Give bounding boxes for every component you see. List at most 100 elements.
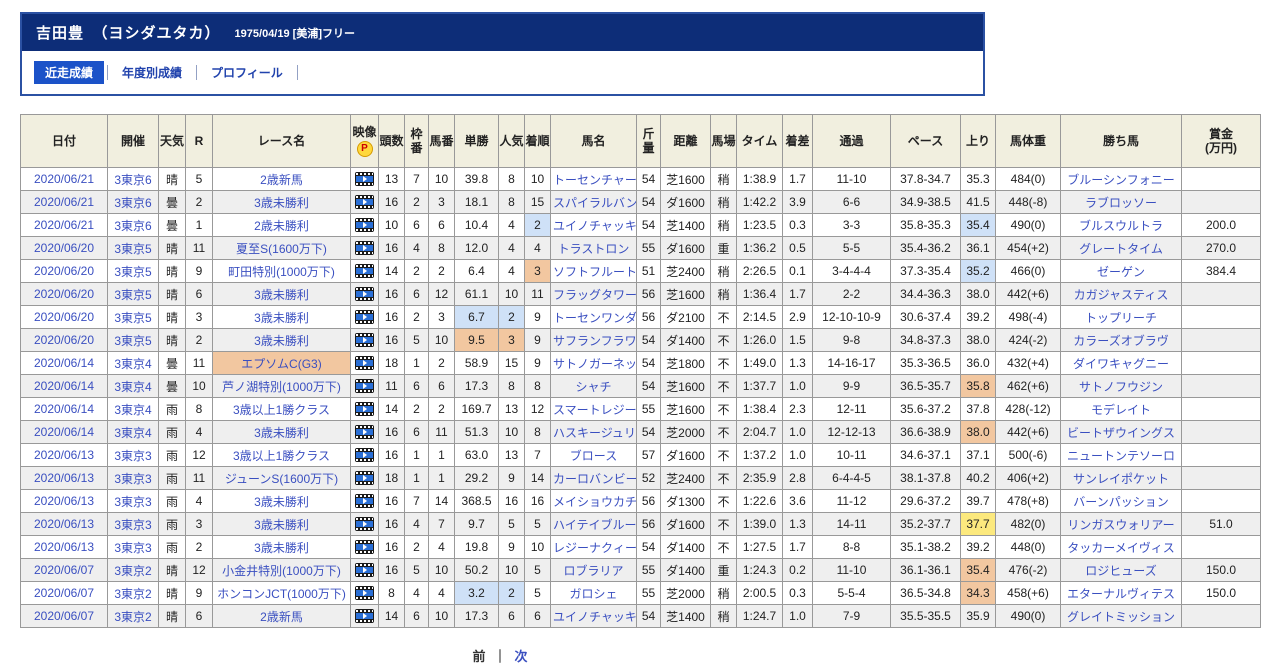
race_name-link[interactable]: 3歳未勝利 xyxy=(254,311,309,325)
venue-link[interactable]: 3東京4 xyxy=(114,357,151,371)
date-link[interactable]: 2020/06/21 xyxy=(34,218,94,232)
video-icon[interactable] xyxy=(355,310,374,325)
venue-link[interactable]: 3東京3 xyxy=(114,472,151,486)
race_name-link[interactable]: 3歳未勝利 xyxy=(254,426,309,440)
video-icon[interactable] xyxy=(355,287,374,302)
horse-link[interactable]: トラストロン xyxy=(558,242,630,256)
horse-link[interactable]: メイショウカチゴマ xyxy=(553,495,636,509)
race_name-link[interactable]: 3歳未勝利 xyxy=(254,288,309,302)
video-icon[interactable] xyxy=(355,402,374,417)
venue-link[interactable]: 3東京3 xyxy=(114,449,151,463)
race_name-link[interactable]: 芦ノ湖特別(1000万下) xyxy=(222,380,341,394)
date-link[interactable]: 2020/06/20 xyxy=(34,310,94,324)
race_name-link[interactable]: 3歳未勝利 xyxy=(254,541,309,555)
winner-link[interactable]: タッカーメイヴィス xyxy=(1067,541,1175,555)
venue-link[interactable]: 3東京5 xyxy=(114,242,151,256)
date-link[interactable]: 2020/06/13 xyxy=(34,540,94,554)
horse-link[interactable]: ガロシェ xyxy=(569,587,617,601)
winner-link[interactable]: カラーズオブラヴ xyxy=(1073,334,1168,348)
horse-link[interactable]: フラッグタワー xyxy=(553,288,636,302)
date-link[interactable]: 2020/06/14 xyxy=(34,425,94,439)
date-link[interactable]: 2020/06/21 xyxy=(34,172,94,186)
horse-link[interactable]: ブロース xyxy=(570,449,617,463)
video-icon[interactable] xyxy=(355,471,374,486)
date-link[interactable]: 2020/06/13 xyxy=(34,471,94,485)
race_name-link[interactable]: ジューンS(1600万下) xyxy=(225,472,338,486)
video-icon[interactable] xyxy=(355,425,374,440)
race_name-link[interactable]: 小金井特別(1000万下) xyxy=(222,564,341,578)
winner-link[interactable]: カガジャスティス xyxy=(1074,288,1169,302)
winner-link[interactable]: グレイトミッション xyxy=(1067,610,1175,624)
venue-link[interactable]: 3東京2 xyxy=(114,610,151,624)
horse-link[interactable]: ハイテイブルース xyxy=(553,518,636,532)
winner-link[interactable]: サンレイポケット xyxy=(1073,472,1169,486)
winner-link[interactable]: ラブロッソー xyxy=(1085,196,1157,210)
date-link[interactable]: 2020/06/20 xyxy=(34,333,94,347)
race_name-link[interactable]: ホンコンJCT(1000万下) xyxy=(217,587,346,601)
video-icon[interactable] xyxy=(355,586,374,601)
horse-link[interactable]: トーセンチャールズ xyxy=(553,173,636,187)
venue-link[interactable]: 3東京5 xyxy=(114,265,151,279)
date-link[interactable]: 2020/06/20 xyxy=(34,264,94,278)
venue-link[interactable]: 3東京5 xyxy=(114,288,151,302)
video-icon[interactable] xyxy=(355,563,374,578)
video-icon[interactable] xyxy=(355,517,374,532)
horse-link[interactable]: ロブラリア xyxy=(563,564,623,578)
race_name-link[interactable]: 3歳以上1勝クラス xyxy=(233,403,330,417)
date-link[interactable]: 2020/06/20 xyxy=(34,287,94,301)
video-icon[interactable] xyxy=(355,195,374,210)
winner-link[interactable]: ロジヒューズ xyxy=(1085,564,1156,578)
venue-link[interactable]: 3東京4 xyxy=(114,403,151,417)
date-link[interactable]: 2020/06/07 xyxy=(34,563,94,577)
winner-link[interactable]: ニュートンテソーロ xyxy=(1067,449,1175,463)
winner-link[interactable]: トップリーチ xyxy=(1085,311,1157,325)
race_name-link[interactable]: 3歳未勝利 xyxy=(254,495,309,509)
horse-link[interactable]: トーセンワンダー xyxy=(553,311,636,325)
race_name-link[interactable]: エプソムC(G3) xyxy=(241,357,321,371)
horse-link[interactable]: ユイノチャッキー xyxy=(553,610,636,624)
tab-recent-results[interactable]: 近走成績 xyxy=(34,61,105,84)
venue-link[interactable]: 3東京3 xyxy=(114,518,151,532)
video-icon[interactable] xyxy=(355,241,374,256)
date-link[interactable]: 2020/06/20 xyxy=(34,241,94,255)
video-icon[interactable] xyxy=(355,494,374,509)
video-icon[interactable] xyxy=(355,540,374,555)
pagination-next[interactable]: 次 xyxy=(515,649,528,664)
date-link[interactable]: 2020/06/14 xyxy=(34,356,94,370)
venue-link[interactable]: 3東京4 xyxy=(114,380,151,394)
video-icon[interactable] xyxy=(355,448,374,463)
race_name-link[interactable]: 2歳新馬 xyxy=(260,173,303,187)
winner-link[interactable]: ビートザウイングス xyxy=(1067,426,1175,440)
winner-link[interactable]: ゼーゲン xyxy=(1097,265,1145,279)
winner-link[interactable]: モデレイト xyxy=(1091,403,1151,417)
horse-link[interactable]: サフランフラワー xyxy=(553,334,636,348)
venue-link[interactable]: 3東京2 xyxy=(114,564,151,578)
date-link[interactable]: 2020/06/13 xyxy=(34,517,94,531)
date-link[interactable]: 2020/06/13 xyxy=(34,494,94,508)
race_name-link[interactable]: 3歳未勝利 xyxy=(254,196,309,210)
horse-link[interactable]: カーロバンビーナ xyxy=(553,472,636,486)
venue-link[interactable]: 3東京2 xyxy=(114,587,151,601)
venue-link[interactable]: 3東京6 xyxy=(114,219,151,233)
video-icon[interactable] xyxy=(355,172,374,187)
horse-link[interactable]: スパイラルバンブー xyxy=(553,196,636,210)
video-icon[interactable] xyxy=(355,379,374,394)
venue-link[interactable]: 3東京6 xyxy=(114,173,151,187)
date-link[interactable]: 2020/06/07 xyxy=(34,609,94,623)
video-icon[interactable] xyxy=(355,264,374,279)
venue-link[interactable]: 3東京3 xyxy=(114,541,151,555)
video-icon[interactable] xyxy=(355,218,374,233)
date-link[interactable]: 2020/06/14 xyxy=(34,402,94,416)
date-link[interactable]: 2020/06/13 xyxy=(34,448,94,462)
venue-link[interactable]: 3東京3 xyxy=(114,495,151,509)
horse-link[interactable]: ハスキージュリー xyxy=(553,426,636,440)
winner-link[interactable]: エターナルヴィテス xyxy=(1067,587,1175,601)
date-link[interactable]: 2020/06/14 xyxy=(34,379,94,393)
video-icon[interactable] xyxy=(355,333,374,348)
race_name-link[interactable]: 3歳未勝利 xyxy=(254,518,309,532)
horse-link[interactable]: サトノガーネット xyxy=(553,357,636,371)
date-link[interactable]: 2020/06/07 xyxy=(34,586,94,600)
race_name-link[interactable]: 3歳以上1勝クラス xyxy=(233,449,330,463)
venue-link[interactable]: 3東京6 xyxy=(114,196,151,210)
race_name-link[interactable]: 2歳未勝利 xyxy=(254,219,309,233)
